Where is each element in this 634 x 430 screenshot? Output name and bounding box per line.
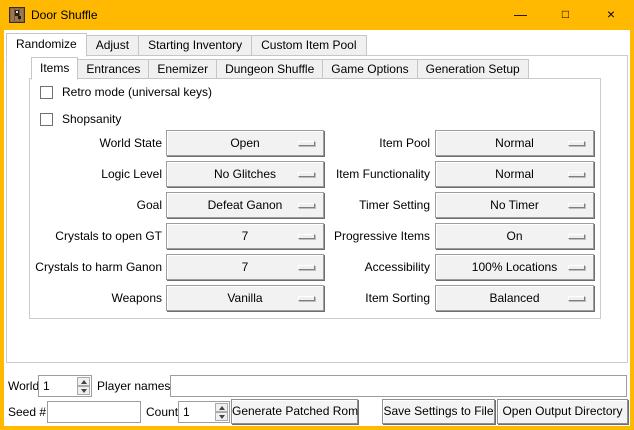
worlds-spinbox[interactable]: 1	[38, 375, 92, 397]
accessibility-label: Accessibility	[318, 254, 430, 280]
save-settings-button[interactable]: Save Settings to File	[382, 399, 495, 424]
close-icon: ×	[607, 6, 615, 22]
seed-label: Seed #	[8, 401, 46, 423]
spin-up-icon[interactable]	[215, 403, 228, 412]
generate-patched-rom-button[interactable]: Generate Patched Rom	[231, 399, 358, 424]
spin-down-icon[interactable]	[215, 412, 228, 421]
item-sorting-value: Balanced	[489, 291, 539, 305]
window-door-shuffle: Door Shuffle — □ × Randomize Adjust Star…	[0, 0, 634, 430]
retro-mode-checkbox-box[interactable]	[40, 86, 53, 99]
crystals-harm-ganon-label: Crystals to harm Ganon	[29, 254, 162, 280]
shopsanity-checkbox-box[interactable]	[40, 113, 53, 126]
sub-tab-bar: Items Entrances Enemizer Dungeon Shuffle…	[31, 56, 528, 79]
crystals-open-gt-value: 7	[242, 229, 249, 243]
logic-level-value: No Glitches	[214, 167, 276, 181]
subtab-entrances[interactable]: Entrances	[77, 59, 149, 79]
progressive-items-value: On	[506, 229, 522, 243]
door-icon	[9, 7, 25, 23]
dropdown-indicator-icon	[298, 203, 315, 208]
dropdown-indicator-icon	[298, 296, 315, 301]
world-state-dropdown[interactable]: Open	[166, 130, 324, 156]
item-pool-value: Normal	[495, 136, 534, 150]
dropdown-indicator-icon	[298, 141, 315, 146]
retro-mode-label: Retro mode (universal keys)	[62, 85, 212, 99]
minimize-button[interactable]: —	[498, 0, 543, 30]
crystals-open-gt-label: Crystals to open GT	[29, 223, 162, 249]
item-functionality-label: Item Functionality	[318, 161, 430, 187]
retro-mode-checkbox[interactable]: Retro mode (universal keys)	[40, 84, 212, 100]
minimize-icon: —	[514, 7, 527, 22]
titlebar[interactable]: Door Shuffle — □ ×	[0, 0, 634, 30]
maximize-button[interactable]: □	[543, 0, 588, 30]
shopsanity-label: Shopsanity	[62, 112, 121, 126]
count-spinbox[interactable]: 1	[178, 401, 230, 423]
dropdown-indicator-icon	[568, 296, 585, 301]
item-sorting-dropdown[interactable]: Balanced	[435, 285, 594, 311]
dropdown-indicator-icon	[298, 265, 315, 270]
maximize-icon: □	[562, 7, 569, 21]
accessibility-dropdown[interactable]: 100% Locations	[435, 254, 594, 280]
logic-level-label: Logic Level	[29, 161, 162, 187]
spin-up-icon[interactable]	[77, 377, 90, 386]
progressive-items-label: Progressive Items	[318, 223, 430, 249]
tab-custom-item-pool[interactable]: Custom Item Pool	[251, 35, 366, 56]
crystals-open-gt-dropdown[interactable]: 7	[166, 223, 324, 249]
close-button[interactable]: ×	[588, 0, 634, 30]
worlds-spin-arrows	[77, 377, 90, 395]
count-spin-arrows	[215, 403, 228, 421]
dropdown-indicator-icon	[568, 265, 585, 270]
open-output-directory-button[interactable]: Open Output Directory	[497, 399, 628, 424]
dropdown-indicator-icon	[298, 172, 315, 177]
item-pool-label: Item Pool	[318, 130, 430, 156]
crystals-harm-ganon-dropdown[interactable]: 7	[166, 254, 324, 280]
dropdown-indicator-icon	[568, 234, 585, 239]
dropdown-indicator-icon	[298, 234, 315, 239]
progressive-items-dropdown[interactable]: On	[435, 223, 594, 249]
subtab-generation-setup[interactable]: Generation Setup	[417, 59, 529, 79]
subtab-items[interactable]: Items	[31, 57, 78, 80]
dropdown-indicator-icon	[568, 141, 585, 146]
dropdown-indicator-icon	[568, 172, 585, 177]
shopsanity-checkbox[interactable]: Shopsanity	[40, 111, 121, 127]
logic-level-dropdown[interactable]: No Glitches	[166, 161, 324, 187]
weapons-value: Vanilla	[227, 291, 262, 305]
item-functionality-dropdown[interactable]: Normal	[435, 161, 594, 187]
tab-randomize[interactable]: Randomize	[6, 33, 87, 57]
seed-input[interactable]	[47, 401, 141, 423]
count-value: 1	[183, 402, 190, 422]
player-names-input[interactable]	[170, 375, 627, 397]
crystals-harm-ganon-value: 7	[242, 260, 249, 274]
subtab-game-options[interactable]: Game Options	[322, 59, 417, 79]
world-state-label: World State	[29, 130, 162, 156]
goal-value: Defeat Ganon	[208, 198, 283, 212]
player-names-label: Player names	[97, 375, 170, 397]
weapons-dropdown[interactable]: Vanilla	[166, 285, 324, 311]
worlds-value: 1	[43, 376, 50, 396]
weapons-label: Weapons	[29, 285, 162, 311]
dropdown-indicator-icon	[568, 203, 585, 208]
item-sorting-label: Item Sorting	[318, 285, 430, 311]
goal-dropdown[interactable]: Defeat Ganon	[166, 192, 324, 218]
world-state-value: Open	[230, 136, 259, 150]
item-functionality-value: Normal	[495, 167, 534, 181]
goal-label: Goal	[29, 192, 162, 218]
tab-adjust[interactable]: Adjust	[86, 35, 139, 56]
item-pool-dropdown[interactable]: Normal	[435, 130, 594, 156]
timer-setting-dropdown[interactable]: No Timer	[435, 192, 594, 218]
main-tab-bar: Randomize Adjust Starting Inventory Cust…	[6, 32, 366, 56]
timer-setting-value: No Timer	[490, 198, 539, 212]
window-title: Door Shuffle	[31, 0, 98, 30]
tab-starting-inventory[interactable]: Starting Inventory	[138, 35, 252, 56]
spin-down-icon[interactable]	[77, 386, 90, 395]
subtab-enemizer[interactable]: Enemizer	[148, 59, 217, 79]
accessibility-value: 100% Locations	[472, 260, 557, 274]
count-label: Count	[146, 401, 178, 423]
subtab-dungeon-shuffle[interactable]: Dungeon Shuffle	[216, 59, 323, 79]
timer-setting-label: Timer Setting	[318, 192, 430, 218]
